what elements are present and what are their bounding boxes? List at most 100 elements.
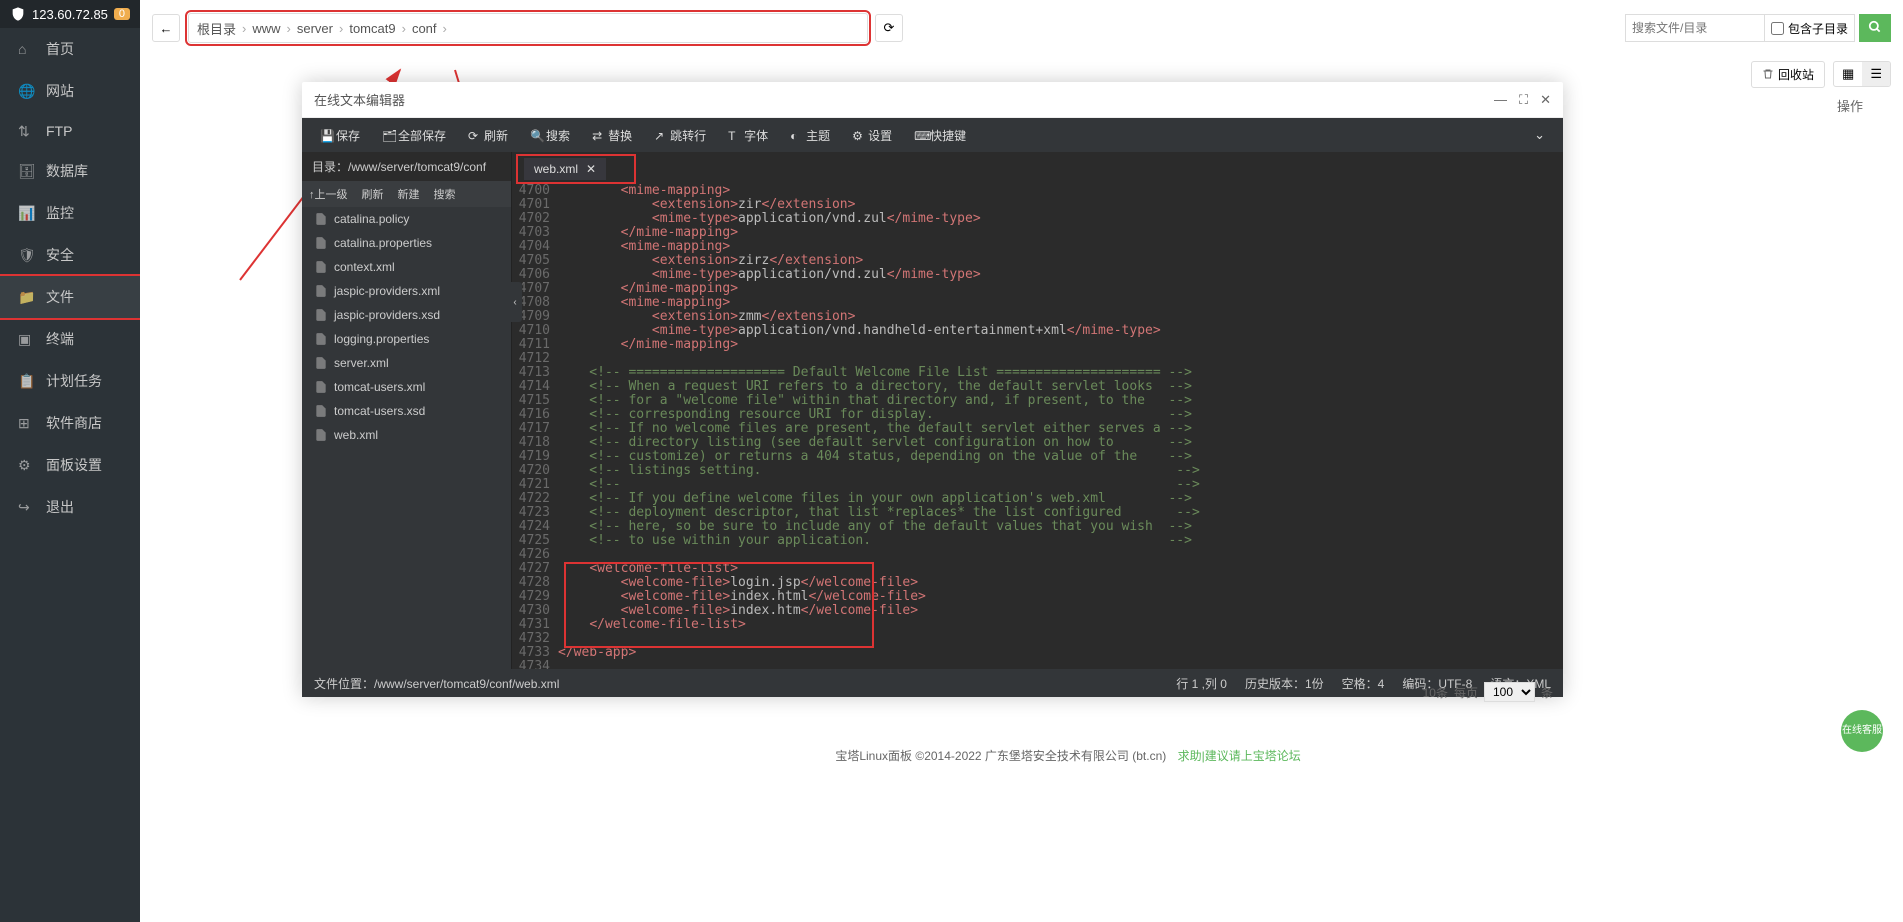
code-editor[interactable]: 4700 <mime-mapping>4701 <extension>zir</… xyxy=(512,184,1563,669)
tree-file[interactable]: catalina.properties xyxy=(302,231,511,255)
code-line[interactable]: 4717 <!-- If no welcome files are presen… xyxy=(512,422,1563,436)
menu-saveall[interactable]: 🗂全部保存 xyxy=(372,123,456,148)
footer-link[interactable]: 求助|建议请上宝塔论坛 xyxy=(1178,749,1301,763)
menu-font[interactable]: T字体 xyxy=(718,123,778,148)
breadcrumb-item[interactable]: www xyxy=(252,21,280,36)
tree-collapse-handle[interactable]: ‹ xyxy=(508,282,522,322)
code-line[interactable]: 4706 <mime-type>application/vnd.zul</mim… xyxy=(512,268,1563,282)
nav-monitor[interactable]: 📊监控 xyxy=(0,192,140,234)
code-line[interactable]: 4701 <extension>zir</extension> xyxy=(512,198,1563,212)
tree-file[interactable]: tomcat-users.xml xyxy=(302,375,511,399)
tree-file[interactable]: context.xml xyxy=(302,255,511,279)
code-line[interactable]: 4728 <welcome-file>login.jsp</welcome-fi… xyxy=(512,576,1563,590)
code-line[interactable]: 4727 <welcome-file-list> xyxy=(512,562,1563,576)
minimize-button[interactable]: — xyxy=(1494,92,1507,108)
breadcrumb-item[interactable]: conf xyxy=(412,21,437,36)
close-button[interactable]: ✕ xyxy=(1540,92,1551,108)
live-chat-button[interactable]: 在线客服 xyxy=(1841,710,1883,752)
recycle-bin-button[interactable]: 回收站 xyxy=(1751,61,1825,88)
menu-settings[interactable]: ⚙设置 xyxy=(842,123,902,148)
tab-webxml[interactable]: web.xml ✕ xyxy=(524,158,606,180)
code-line[interactable]: 4700 <mime-mapping> xyxy=(512,184,1563,198)
code-line[interactable]: 4713 <!-- ==================== Default W… xyxy=(512,366,1563,380)
code-line[interactable]: 4721 <!-- --> xyxy=(512,478,1563,492)
code-line[interactable]: 4734 xyxy=(512,660,1563,669)
code-line[interactable]: 4705 <extension>zirz</extension> xyxy=(512,254,1563,268)
tree-file[interactable]: server.xml xyxy=(302,351,511,375)
code-line[interactable]: 4704 <mime-mapping> xyxy=(512,240,1563,254)
code-line[interactable]: 4709 <extension>zmm</extension> xyxy=(512,310,1563,324)
code-line[interactable]: 4730 <welcome-file>index.htm</welcome-fi… xyxy=(512,604,1563,618)
nav-ftp[interactable]: ⇅FTP xyxy=(0,112,140,150)
pager-select[interactable]: 100 xyxy=(1484,682,1535,702)
tree-btn-1[interactable]: 刷新 xyxy=(355,181,391,207)
nav-globe[interactable]: 🌐网站 xyxy=(0,70,140,112)
breadcrumb-item[interactable]: tomcat9 xyxy=(349,21,395,36)
tree-btn-3[interactable]: 搜索 xyxy=(427,181,463,207)
code-line[interactable]: 4711 </mime-mapping> xyxy=(512,338,1563,352)
search-input[interactable] xyxy=(1625,14,1765,42)
tree-file[interactable]: logging.properties xyxy=(302,327,511,351)
menu-search[interactable]: 🔍搜索 xyxy=(520,123,580,148)
code-line[interactable]: 4715 <!-- for a "welcome file" within th… xyxy=(512,394,1563,408)
maximize-button[interactable]: ⛶ xyxy=(1519,92,1528,108)
code-line[interactable]: 4726 xyxy=(512,548,1563,562)
nav-exit[interactable]: ↪退出 xyxy=(0,486,140,528)
tree-file[interactable]: catalina.policy xyxy=(302,207,511,231)
code-line[interactable]: 4725 <!-- to use within your application… xyxy=(512,534,1563,548)
code-line[interactable]: 4720 <!-- listings setting. --> xyxy=(512,464,1563,478)
code-line[interactable]: 4714 <!-- When a request URI refers to a… xyxy=(512,380,1563,394)
search-subdir-checkbox[interactable]: 包含子目录 xyxy=(1765,14,1855,42)
tree-file[interactable]: jaspic-providers.xsd xyxy=(302,303,511,327)
breadcrumb-item[interactable]: 根目录 xyxy=(197,19,236,38)
nav-calendar[interactable]: 📋计划任务 xyxy=(0,360,140,402)
nav-terminal[interactable]: ▣终端 xyxy=(0,318,140,360)
code-line[interactable]: 4708 <mime-mapping> xyxy=(512,296,1563,310)
menu-save[interactable]: 💾保存 xyxy=(310,123,370,148)
nav-db[interactable]: 🗄数据库 xyxy=(0,150,140,192)
menubar-expand[interactable]: ⌄ xyxy=(1524,123,1555,147)
nav-shield[interactable]: 🛡安全 xyxy=(0,234,140,276)
view-grid[interactable]: ▦ xyxy=(1834,62,1862,86)
tree-file[interactable]: jaspic-providers.xml xyxy=(302,279,511,303)
menu-goto[interactable]: ↗跳转行 xyxy=(644,123,716,148)
view-list[interactable]: ☰ xyxy=(1862,62,1890,86)
nav-apps[interactable]: ⊞软件商店 xyxy=(0,402,140,444)
code-line[interactable]: 4732 xyxy=(512,632,1563,646)
menu-refresh[interactable]: ⟳刷新 xyxy=(458,123,518,148)
breadcrumb-item[interactable]: server xyxy=(297,21,333,36)
refresh-button[interactable]: ⟳ xyxy=(875,14,903,42)
status-pos[interactable]: 行 1 ,列 0 xyxy=(1176,675,1227,692)
code-line[interactable]: 4718 <!-- directory listing (see default… xyxy=(512,436,1563,450)
back-button[interactable]: ← xyxy=(152,14,180,42)
tree-file[interactable]: web.xml xyxy=(302,423,511,447)
view-toggle[interactable]: ▦ ☰ xyxy=(1833,61,1891,87)
menu-shortcut[interactable]: ⌨快捷键 xyxy=(904,123,976,148)
code-line[interactable]: 4724 <!-- here, so be sure to include an… xyxy=(512,520,1563,534)
search-button[interactable] xyxy=(1859,14,1891,42)
code-line[interactable]: 4712 xyxy=(512,352,1563,366)
tab-close-icon[interactable]: ✕ xyxy=(586,162,596,176)
nav-home[interactable]: ⌂首页 xyxy=(0,28,140,70)
menu-theme[interactable]: ◐主题 xyxy=(780,123,840,148)
nav-folder[interactable]: 📁文件 xyxy=(0,276,140,318)
code-line[interactable]: 4719 <!-- customize) or returns a 404 st… xyxy=(512,450,1563,464)
code-line[interactable]: 4703 </mime-mapping> xyxy=(512,226,1563,240)
tree-btn-0[interactable]: ↑上一级 xyxy=(302,181,355,207)
code-line[interactable]: 4723 <!-- deployment descriptor, that li… xyxy=(512,506,1563,520)
code-line[interactable]: 4731 </welcome-file-list> xyxy=(512,618,1563,632)
notify-badge[interactable]: 0 xyxy=(114,8,130,20)
code-line[interactable]: 4729 <welcome-file>index.html</welcome-f… xyxy=(512,590,1563,604)
status-space[interactable]: 空格：4 xyxy=(1342,675,1385,692)
code-line[interactable]: 4716 <!-- corresponding resource URI for… xyxy=(512,408,1563,422)
code-line[interactable]: 4722 <!-- If you define welcome files in… xyxy=(512,492,1563,506)
code-line[interactable]: 4733</web-app> xyxy=(512,646,1563,660)
tree-file[interactable]: tomcat-users.xsd xyxy=(302,399,511,423)
status-history[interactable]: 历史版本：1份 xyxy=(1245,675,1324,692)
tree-btn-2[interactable]: 新建 xyxy=(391,181,427,207)
code-line[interactable]: 4702 <mime-type>application/vnd.zul</mim… xyxy=(512,212,1563,226)
code-line[interactable]: 4710 <mime-type>application/vnd.handheld… xyxy=(512,324,1563,338)
menu-replace[interactable]: ⇄替换 xyxy=(582,123,642,148)
breadcrumb[interactable]: 根目录›www›server›tomcat9›conf› xyxy=(188,13,868,43)
nav-gear[interactable]: ⚙面板设置 xyxy=(0,444,140,486)
